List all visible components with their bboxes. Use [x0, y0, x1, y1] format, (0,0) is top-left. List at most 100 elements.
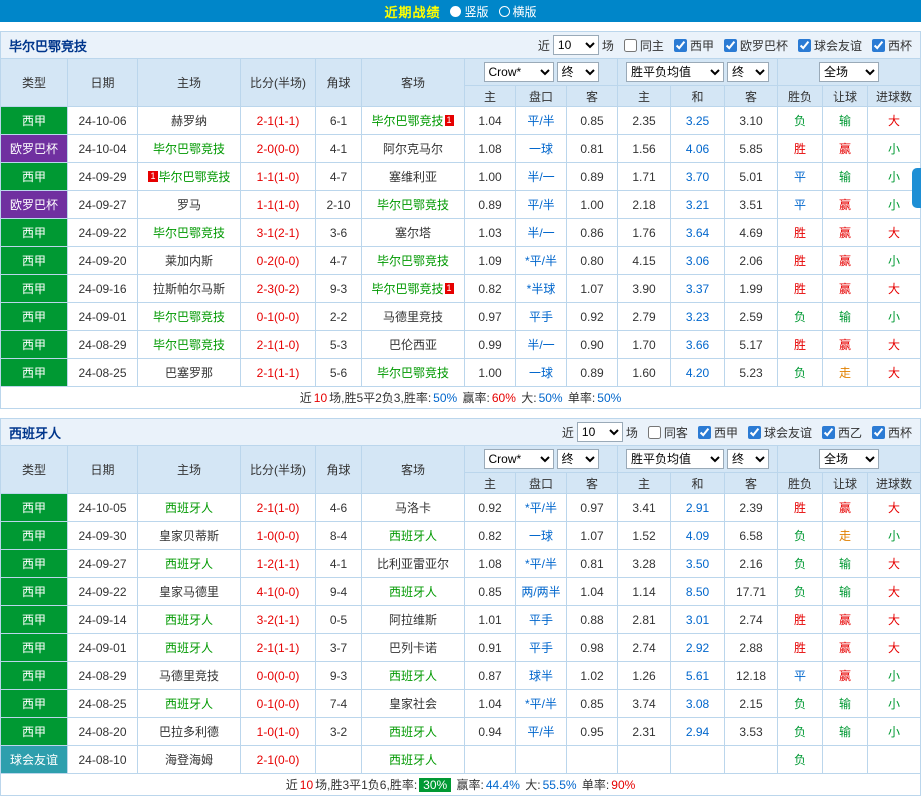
avg-away-cell	[724, 745, 779, 774]
league-cell: 西甲	[0, 605, 68, 634]
avg-type-select[interactable]: 胜平负均值	[626, 449, 725, 469]
home-team-name[interactable]: 毕尔巴鄂竞技	[153, 310, 225, 324]
layout-vertical-option[interactable]: 竖版	[450, 3, 489, 20]
scope-select[interactable]: 全场	[819, 449, 880, 469]
avg-time-select[interactable]: 终	[727, 449, 770, 469]
home-team-name[interactable]: 西班牙人	[165, 557, 213, 571]
away-team-name[interactable]: 西班牙人	[389, 753, 437, 767]
team-sections-container: 毕尔巴鄂竞技近 10 场同主 西甲 欧罗巴杯 球会友谊 西杯 类型 日期 主场 比分(半场) 角球 客场…	[0, 31, 921, 796]
home-team-name[interactable]: 毕尔巴鄂竞技	[153, 226, 225, 240]
avg-draw-cell: 3.23	[670, 302, 726, 331]
filter-checkbox-3[interactable]: 西乙	[821, 424, 862, 441]
result-cell: 负	[777, 577, 824, 606]
away-team-name[interactable]: 毕尔巴鄂竞技	[371, 282, 443, 296]
team-name[interactable]: 毕尔巴鄂竞技	[9, 36, 87, 55]
odds-company-select[interactable]: Crow*	[483, 62, 554, 82]
result-cell: 负	[777, 521, 824, 550]
home-team-name[interactable]: 拉斯帕尔马斯	[153, 282, 225, 296]
home-team-name[interactable]: 西班牙人	[165, 501, 213, 515]
filter-checkbox-input[interactable]	[647, 425, 661, 439]
filter-checkbox-1[interactable]: 西甲	[673, 37, 714, 54]
away-team-name[interactable]: 西班牙人	[389, 585, 437, 599]
home-team-name[interactable]: 海登海姆	[165, 753, 213, 767]
away-team-name[interactable]: 塞尔塔	[395, 226, 431, 240]
filter-checkbox-input[interactable]	[723, 38, 737, 52]
goals-overunder-cell: 小	[867, 302, 921, 331]
filter-checkbox-input[interactable]	[871, 38, 885, 52]
scope-select[interactable]: 全场	[819, 62, 880, 82]
filter-checkbox-input[interactable]	[797, 38, 811, 52]
away-team-name[interactable]: 西班牙人	[389, 529, 437, 543]
filter-checkbox-1[interactable]: 西甲	[697, 424, 738, 441]
sub-column-header: 客	[565, 472, 619, 494]
filter-checkbox-0[interactable]: 同主	[623, 37, 664, 54]
filter-checkbox-4[interactable]: 西杯	[871, 424, 912, 441]
recent-count-select[interactable]: 10	[552, 35, 599, 55]
away-team-name[interactable]: 皇家社会	[389, 697, 437, 711]
avg-time-select[interactable]: 终	[727, 62, 770, 82]
home-team-name[interactable]: 莱加内斯	[165, 254, 213, 268]
home-team-name[interactable]: 西班牙人	[165, 641, 213, 655]
filter-checkbox-label: 球会友谊	[813, 38, 862, 53]
home-team-name[interactable]: 毕尔巴鄂竞技	[159, 170, 231, 184]
away-team-name[interactable]: 巴列卡诺	[389, 641, 437, 655]
home-team-name[interactable]: 毕尔巴鄂竞技	[153, 338, 225, 352]
home-team-name[interactable]: 毕尔巴鄂竞技	[153, 142, 225, 156]
goals-overunder-cell: 大	[867, 549, 921, 578]
home-team-name[interactable]: 西班牙人	[165, 613, 213, 627]
odds-home-cell: 0.92	[464, 493, 516, 522]
odds-company-select[interactable]: Crow*	[483, 449, 554, 469]
away-team-name[interactable]: 马德里竞技	[383, 310, 443, 324]
league-cell: 西甲	[0, 358, 68, 387]
avg-home-cell: 1.76	[617, 218, 672, 247]
filter-checkbox-input[interactable]	[623, 38, 637, 52]
away-team-cell: 塞尔塔	[361, 218, 465, 247]
league-cell: 西甲	[0, 661, 68, 690]
team-section-1: 毕尔巴鄂竞技近 10 场同主 西甲 欧罗巴杯 球会友谊 西杯 类型 日期 主场 比分(半场) 角球 客场…	[0, 31, 921, 409]
home-team-name[interactable]: 罗马	[177, 198, 201, 212]
filter-checkbox-input[interactable]	[821, 425, 835, 439]
away-team-name[interactable]: 巴伦西亚	[389, 338, 437, 352]
away-team-name[interactable]: 毕尔巴鄂竞技	[377, 366, 449, 380]
home-team-name[interactable]: 马德里竞技	[159, 669, 219, 683]
filter-checkbox-input[interactable]	[871, 425, 885, 439]
match-row: 西甲 24-09-16 拉斯帕尔马斯 2-3(0-2) 9-3 毕尔巴鄂竞技 1 0.82 *半…	[0, 274, 921, 303]
side-panel-handle[interactable]	[912, 168, 921, 208]
home-team-name[interactable]: 皇家贝蒂斯	[159, 529, 219, 543]
recent-count-select[interactable]: 10	[576, 422, 623, 442]
filter-checkbox-2[interactable]: 欧罗巴杯	[723, 37, 788, 54]
team-name[interactable]: 西班牙人	[9, 423, 61, 442]
home-team-name[interactable]: 巴拉多利德	[159, 725, 219, 739]
away-team-cell: 塞维利亚	[361, 162, 465, 191]
home-team-name[interactable]: 皇家马德里	[159, 585, 219, 599]
filter-checkbox-input[interactable]	[697, 425, 711, 439]
away-team-name[interactable]: 毕尔巴鄂竞技	[371, 114, 443, 128]
filter-checkbox-input[interactable]	[673, 38, 687, 52]
away-team-name[interactable]: 毕尔巴鄂竞技	[377, 254, 449, 268]
layout-horizontal-option[interactable]: 横版	[498, 3, 537, 20]
away-team-name[interactable]: 西班牙人	[389, 669, 437, 683]
odds-home-cell: 1.00	[464, 162, 516, 191]
filter-checkbox-2[interactable]: 球会友谊	[747, 424, 812, 441]
avg-type-select[interactable]: 胜平负均值	[626, 62, 725, 82]
home-team-cell: 西班牙人	[137, 605, 241, 634]
home-team-name[interactable]: 巴塞罗那	[165, 366, 213, 380]
away-team-name[interactable]: 塞维利亚	[389, 170, 437, 184]
away-team-name[interactable]: 比利亚雷亚尔	[377, 557, 449, 571]
vertical-radio[interactable]	[450, 5, 462, 17]
away-team-name[interactable]: 西班牙人	[389, 725, 437, 739]
away-team-name[interactable]: 阿拉维斯	[389, 613, 437, 627]
filter-checkbox-3[interactable]: 球会友谊	[797, 37, 862, 54]
score-cell: 1-1(1-0)	[240, 162, 316, 191]
away-team-name[interactable]: 马洛卡	[395, 501, 431, 515]
away-team-name[interactable]: 阿尔克马尔	[383, 142, 443, 156]
home-team-name[interactable]: 西班牙人	[165, 697, 213, 711]
away-team-name[interactable]: 毕尔巴鄂竞技	[377, 198, 449, 212]
filter-checkbox-input[interactable]	[747, 425, 761, 439]
odds-time-select[interactable]: 终	[556, 62, 599, 82]
odds-time-select[interactable]: 终	[556, 449, 599, 469]
horizontal-radio[interactable]	[498, 5, 510, 17]
filter-checkbox-0[interactable]: 同客	[647, 424, 688, 441]
home-team-name[interactable]: 赫罗纳	[171, 114, 207, 128]
filter-checkbox-4[interactable]: 西杯	[871, 37, 912, 54]
